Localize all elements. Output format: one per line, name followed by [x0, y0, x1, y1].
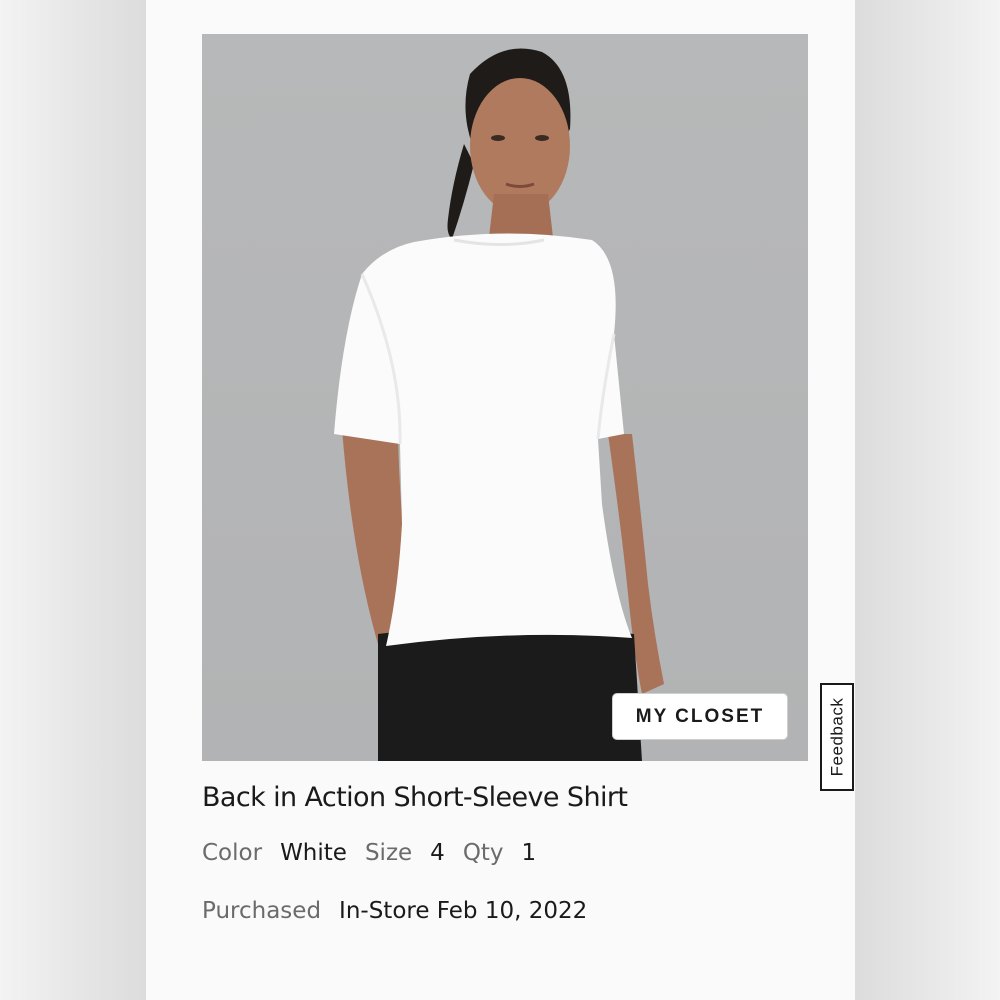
color-value: White [280, 840, 347, 866]
product-card: MY CLOSET Back in Action Short-Sleeve Sh… [146, 0, 855, 1000]
product-photo: MY CLOSET [202, 34, 808, 761]
feedback-tab[interactable]: Feedback [820, 683, 854, 791]
purchased-value: In-Store Feb 10, 2022 [339, 898, 588, 924]
model-illustration [334, 48, 664, 761]
feedback-label: Feedback [827, 697, 847, 777]
size-label: Size [364, 840, 413, 866]
blurred-backdrop-right [855, 0, 1000, 1000]
product-attributes-row: Color White Size 4 Qty 1 [202, 840, 536, 866]
product-title: Back in Action Short-Sleeve Shirt [202, 782, 628, 813]
purchase-info-row: Purchased In-Store Feb 10, 2022 [202, 898, 587, 924]
size-value: 4 [430, 840, 445, 866]
blurred-backdrop-left [0, 0, 146, 1000]
qty-label: Qty [462, 840, 504, 866]
my-closet-button[interactable]: MY CLOSET [612, 693, 788, 740]
color-label: Color [202, 840, 263, 866]
qty-value: 1 [521, 840, 537, 866]
purchased-label: Purchased [202, 898, 322, 924]
